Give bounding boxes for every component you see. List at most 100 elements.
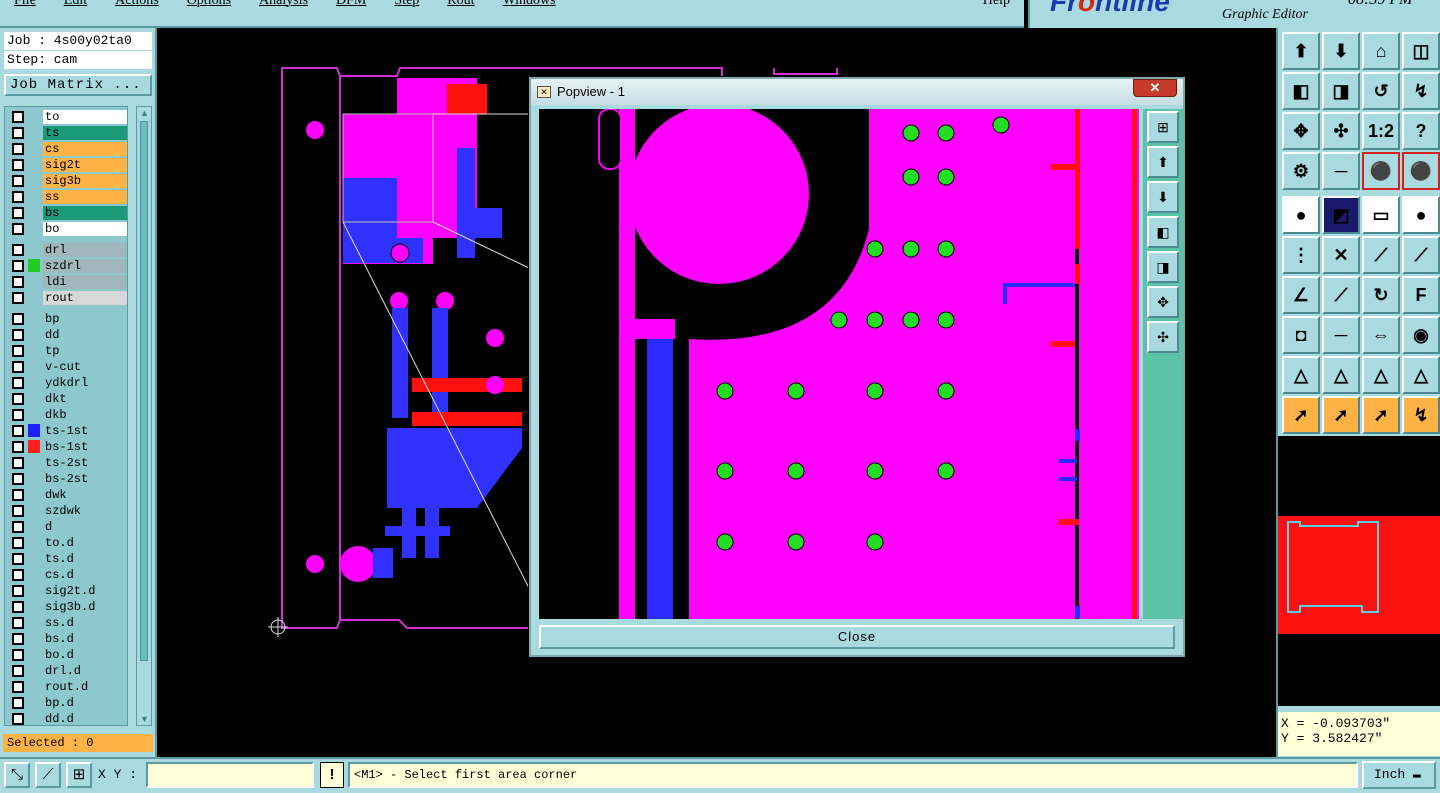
snake-icon[interactable]: ↯ xyxy=(1402,72,1440,110)
fill-icon[interactable]: ● xyxy=(1402,196,1440,234)
layer-name[interactable]: dkb xyxy=(43,407,127,422)
help-icon[interactable]: ? xyxy=(1402,112,1440,150)
route-icon[interactable]: ↯ xyxy=(1402,396,1440,434)
layer-name[interactable]: tp xyxy=(43,343,127,358)
layer-name[interactable]: rout.d xyxy=(43,679,127,694)
snap-red-icon[interactable]: ⚫ xyxy=(1362,152,1400,190)
add-pad-icon[interactable]: ● xyxy=(1282,196,1320,234)
layer-name[interactable]: ss.d xyxy=(43,615,127,630)
layer-name[interactable]: dd xyxy=(43,327,127,342)
pan-left-icon[interactable]: ◧ xyxy=(1147,216,1179,248)
pan-right-icon[interactable]: ◨ xyxy=(1322,72,1360,110)
layer-checkbox[interactable] xyxy=(12,536,24,549)
menu-rout[interactable]: Rout xyxy=(447,0,474,9)
layer-name[interactable]: dkt xyxy=(43,391,127,406)
layer-name[interactable]: bo.d xyxy=(43,647,127,662)
layer-row[interactable]: ldi xyxy=(7,274,127,289)
layer-row[interactable]: bs xyxy=(7,205,127,220)
measure-icon[interactable]: ⚙ xyxy=(1282,152,1320,190)
menu-help[interactable]: Help xyxy=(983,0,1010,9)
scroll-up-icon[interactable]: ▲ xyxy=(139,108,150,118)
layer-row[interactable]: sig2t.d xyxy=(7,583,127,598)
pad-select-icon[interactable]: ◘ xyxy=(1282,316,1320,354)
zoom-fit-icon[interactable]: ✥ xyxy=(1147,286,1179,318)
layer-checkbox[interactable] xyxy=(12,328,24,341)
popview-close-icon[interactable]: ✕ xyxy=(1133,79,1177,97)
rotate-icon[interactable]: ↻ xyxy=(1362,276,1400,314)
layer-name[interactable]: bs.d xyxy=(43,631,127,646)
menu-analysis[interactable]: Analysis xyxy=(259,0,308,9)
layer-checkbox[interactable] xyxy=(12,600,24,613)
triangle-up-icon[interactable]: △ xyxy=(1322,356,1360,394)
layer-checkbox[interactable] xyxy=(12,424,24,437)
layer-name[interactable]: sig3b xyxy=(43,173,127,188)
menu-step[interactable]: Step xyxy=(394,0,419,9)
layer-name[interactable]: szdrl xyxy=(43,258,127,273)
layer-row[interactable]: bo xyxy=(7,221,127,236)
layer-checkbox[interactable] xyxy=(12,504,24,517)
layer-name[interactable]: bo xyxy=(43,221,127,236)
pan-left-icon[interactable]: ◧ xyxy=(1282,72,1320,110)
layer-checkbox[interactable] xyxy=(12,488,24,501)
layer-checkbox[interactable] xyxy=(12,206,24,219)
layer-name[interactable]: ts xyxy=(43,125,127,140)
zoom-back-icon[interactable]: ↺ xyxy=(1362,72,1400,110)
layer-row[interactable]: rout xyxy=(7,290,127,305)
layer-checkbox[interactable] xyxy=(12,142,24,155)
layer-row[interactable]: ydkdrl xyxy=(7,375,127,390)
layer-name[interactable]: rout xyxy=(43,290,127,305)
units-select[interactable]: Inch ▬ xyxy=(1362,761,1436,789)
layer-checkbox[interactable] xyxy=(12,696,24,709)
layer-row[interactable]: ts xyxy=(7,125,127,140)
angle-icon[interactable]: ∠ xyxy=(1282,276,1320,314)
layer-checkbox[interactable] xyxy=(12,408,24,421)
popview-close-button[interactable]: Close xyxy=(539,625,1175,649)
layer-row[interactable]: drl.d xyxy=(7,663,127,678)
layer-name[interactable]: dd.d xyxy=(43,711,127,725)
layer-row[interactable]: ts-1st xyxy=(7,423,127,438)
layer-checkbox[interactable] xyxy=(12,376,24,389)
layer-row[interactable]: bs.d xyxy=(7,631,127,646)
layer-checkbox[interactable] xyxy=(12,392,24,405)
layer-name[interactable]: v-cut xyxy=(43,359,127,374)
layer-checkbox[interactable] xyxy=(12,440,24,453)
layer-row[interactable]: ss.d xyxy=(7,615,127,630)
layer-checkbox[interactable] xyxy=(12,664,24,677)
pan-right-icon[interactable]: ◨ xyxy=(1147,251,1179,283)
layer-row[interactable]: tp xyxy=(7,343,127,358)
layer-name[interactable]: to.d xyxy=(43,535,127,550)
popview-canvas[interactable] xyxy=(539,109,1139,619)
layer-checkbox[interactable] xyxy=(12,291,24,304)
layer-name[interactable]: ts-1st xyxy=(43,423,127,438)
layer-row[interactable]: bp xyxy=(7,311,127,326)
pointer-icon[interactable]: ➚ xyxy=(1282,396,1320,434)
layer-name[interactable]: ldi xyxy=(43,274,127,289)
layer-checkbox[interactable] xyxy=(12,275,24,288)
delete-point-icon[interactable]: ✕ xyxy=(1322,236,1360,274)
select-shape-icon[interactable]: ➚ xyxy=(1362,396,1400,434)
alert-button[interactable]: ! xyxy=(320,762,344,788)
layer-scrollbar[interactable]: ▲ ▼ xyxy=(136,106,152,726)
layer-row[interactable]: dd.d xyxy=(7,711,127,725)
layer-name[interactable]: drl.d xyxy=(43,663,127,678)
layer-checkbox[interactable] xyxy=(12,520,24,533)
window-icon[interactable]: ◫ xyxy=(1402,32,1440,70)
layer-name[interactable]: bs xyxy=(43,205,127,220)
triangle-icon[interactable]: △ xyxy=(1282,356,1320,394)
probe-icon[interactable]: ─ xyxy=(1322,152,1360,190)
layer-row[interactable]: ts-2st xyxy=(7,455,127,470)
layer-name[interactable]: bp.d xyxy=(43,695,127,710)
layer-name[interactable]: cs xyxy=(43,141,127,156)
menu-options[interactable]: Options xyxy=(187,0,231,9)
layer-checkbox[interactable] xyxy=(12,584,24,597)
menu-windows[interactable]: Windows xyxy=(503,0,556,9)
layer-row[interactable]: sig3b.d xyxy=(7,599,127,614)
layer-row[interactable]: dkb xyxy=(7,407,127,422)
layer-name[interactable]: drl xyxy=(43,242,127,257)
home-icon[interactable]: ⌂ xyxy=(1362,32,1400,70)
arc-point-icon[interactable]: ⟋ xyxy=(1362,236,1400,274)
layer-name[interactable]: sig2t.d xyxy=(43,583,127,598)
select-box-icon[interactable]: ➚ xyxy=(1322,396,1360,434)
layer-checkbox[interactable] xyxy=(12,360,24,373)
layer-row[interactable]: to xyxy=(7,109,127,124)
